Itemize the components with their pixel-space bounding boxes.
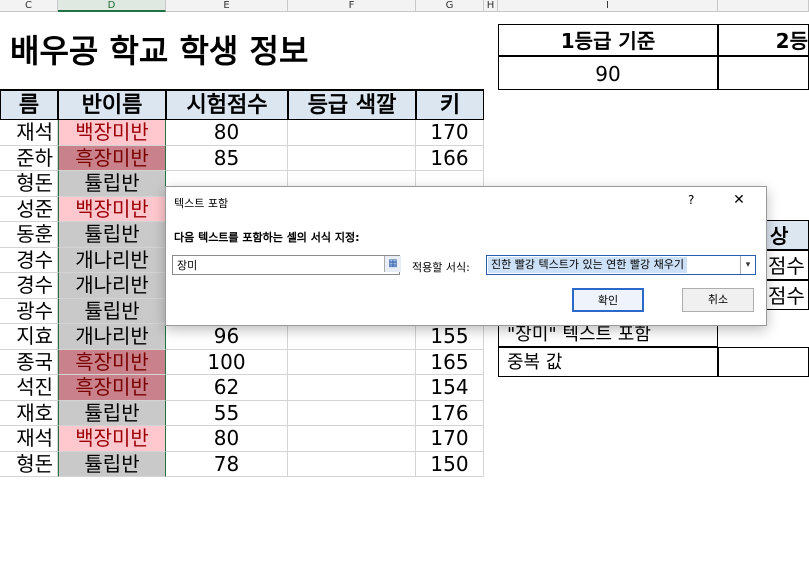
- cell-height[interactable]: 165: [416, 349, 484, 375]
- cell-class[interactable]: 튤립반: [58, 298, 166, 324]
- format-select[interactable]: 진한 빨강 텍스트가 있는 연한 빨강 채우기 ▾: [486, 255, 756, 275]
- header-class[interactable]: 반이름: [58, 90, 166, 120]
- close-icon[interactable]: ✕: [728, 191, 750, 209]
- cell-name[interactable]: 지효: [0, 324, 58, 350]
- cell-grade-color[interactable]: [288, 120, 416, 146]
- cancel-button[interactable]: 취소: [682, 288, 754, 312]
- cell-class[interactable]: 튤립반: [58, 171, 166, 197]
- column-header-d[interactable]: D: [58, 0, 166, 12]
- cell-class[interactable]: 튤립반: [58, 400, 166, 426]
- sheet-title: 배우공 학교 학생 정보: [0, 12, 484, 90]
- cell-height[interactable]: 176: [416, 400, 484, 426]
- rule-contains-rose[interactable]: "장미" 텍스트 포함: [498, 323, 718, 347]
- cell-height[interactable]: 155: [416, 324, 484, 350]
- cell-grade-color[interactable]: [288, 145, 416, 171]
- cell-name[interactable]: 성준: [0, 196, 58, 222]
- cell-name[interactable]: 석진: [0, 375, 58, 401]
- header-grade-color[interactable]: 등급 색깔: [288, 90, 416, 120]
- cell-class[interactable]: 개나리반: [58, 273, 166, 299]
- cell-class[interactable]: 개나리반: [58, 324, 166, 350]
- grade1-label[interactable]: 1등급 기준: [498, 24, 718, 56]
- cell-name[interactable]: 재호: [0, 400, 58, 426]
- column-header-i[interactable]: I: [498, 0, 718, 12]
- header-height[interactable]: 키: [416, 90, 484, 120]
- column-header-j[interactable]: [718, 0, 809, 12]
- ok-button[interactable]: 확인: [572, 288, 644, 312]
- cell-score[interactable]: 100: [166, 349, 288, 375]
- cell-name[interactable]: 경수: [0, 247, 58, 273]
- cell-class[interactable]: 개나리반: [58, 247, 166, 273]
- rule-cell-blank[interactable]: [718, 347, 809, 377]
- cell-score[interactable]: 62: [166, 375, 288, 401]
- format-select-value: 진한 빨강 텍스트가 있는 연한 빨강 채우기: [488, 257, 688, 273]
- cell-grade-color[interactable]: [288, 426, 416, 452]
- help-icon[interactable]: ?: [688, 193, 694, 207]
- cell-class[interactable]: 백장미반: [58, 426, 166, 452]
- cell-name[interactable]: 종국: [0, 349, 58, 375]
- cell-score[interactable]: 80: [166, 120, 288, 146]
- rule-duplicates[interactable]: 중복 값: [498, 347, 718, 377]
- cell-name[interactable]: 경수: [0, 273, 58, 299]
- cell-height[interactable]: 170: [416, 426, 484, 452]
- grade1-value[interactable]: 90: [498, 56, 718, 90]
- cell-height[interactable]: 170: [416, 120, 484, 146]
- cell-class[interactable]: 백장미반: [58, 196, 166, 222]
- grade2-value[interactable]: [718, 56, 809, 90]
- cell-name[interactable]: 형돈: [0, 171, 58, 197]
- cell-name[interactable]: 광수: [0, 298, 58, 324]
- cell-name[interactable]: 재석: [0, 426, 58, 452]
- cell-height[interactable]: 154: [416, 375, 484, 401]
- cell-name[interactable]: 재석: [0, 120, 58, 146]
- condition-header[interactable]: 상: [765, 220, 809, 250]
- cell-grade-color[interactable]: [288, 451, 416, 477]
- cell-class[interactable]: 튤립반: [58, 222, 166, 248]
- cell-class[interactable]: 흑장미반: [58, 375, 166, 401]
- column-header-h[interactable]: H: [484, 0, 498, 12]
- grade2-label[interactable]: 2등: [718, 24, 809, 56]
- cell-class[interactable]: 흑장미반: [58, 145, 166, 171]
- cell-grade-color[interactable]: [288, 400, 416, 426]
- header-score[interactable]: 시험점수: [166, 90, 288, 120]
- cell-name[interactable]: 준하: [0, 145, 58, 171]
- cell-class[interactable]: 백장미반: [58, 120, 166, 146]
- contains-text-input[interactable]: [172, 255, 400, 275]
- cell-grade-color[interactable]: [288, 324, 416, 350]
- chevron-down-icon[interactable]: ▾: [740, 256, 755, 274]
- cell-name[interactable]: 형돈: [0, 451, 58, 477]
- cell-score[interactable]: 96: [166, 324, 288, 350]
- cell-class[interactable]: 튤립반: [58, 451, 166, 477]
- cell-score[interactable]: 78: [166, 451, 288, 477]
- cell-height[interactable]: 150: [416, 451, 484, 477]
- cell-name[interactable]: 동훈: [0, 222, 58, 248]
- cell-height[interactable]: 166: [416, 145, 484, 171]
- condition-score-a[interactable]: 점수: [765, 250, 809, 280]
- format-label: 적용할 서식:: [412, 261, 470, 274]
- text-contains-dialog: 텍스트 포함 ? ✕ 다음 텍스트를 포함하는 셀의 서식 지정: ▦ 적용할 …: [165, 186, 767, 326]
- range-picker-icon[interactable]: ▦: [384, 256, 401, 272]
- cell-score[interactable]: 55: [166, 400, 288, 426]
- column-header-f[interactable]: F: [288, 0, 416, 12]
- dialog-title: 텍스트 포함: [174, 197, 229, 210]
- cell-score[interactable]: 85: [166, 145, 288, 171]
- cell-score[interactable]: 80: [166, 426, 288, 452]
- header-name[interactable]: 름: [0, 90, 58, 120]
- cell-grade-color[interactable]: [288, 349, 416, 375]
- column-header-e[interactable]: E: [166, 0, 288, 12]
- condition-score-b[interactable]: 점수: [765, 280, 809, 310]
- column-header-g[interactable]: G: [416, 0, 484, 12]
- cell-class[interactable]: 흑장미반: [58, 349, 166, 375]
- column-header-c[interactable]: C: [0, 0, 58, 12]
- cell-grade-color[interactable]: [288, 375, 416, 401]
- dialog-instruction: 다음 텍스트를 포함하는 셀의 서식 지정:: [174, 231, 360, 244]
